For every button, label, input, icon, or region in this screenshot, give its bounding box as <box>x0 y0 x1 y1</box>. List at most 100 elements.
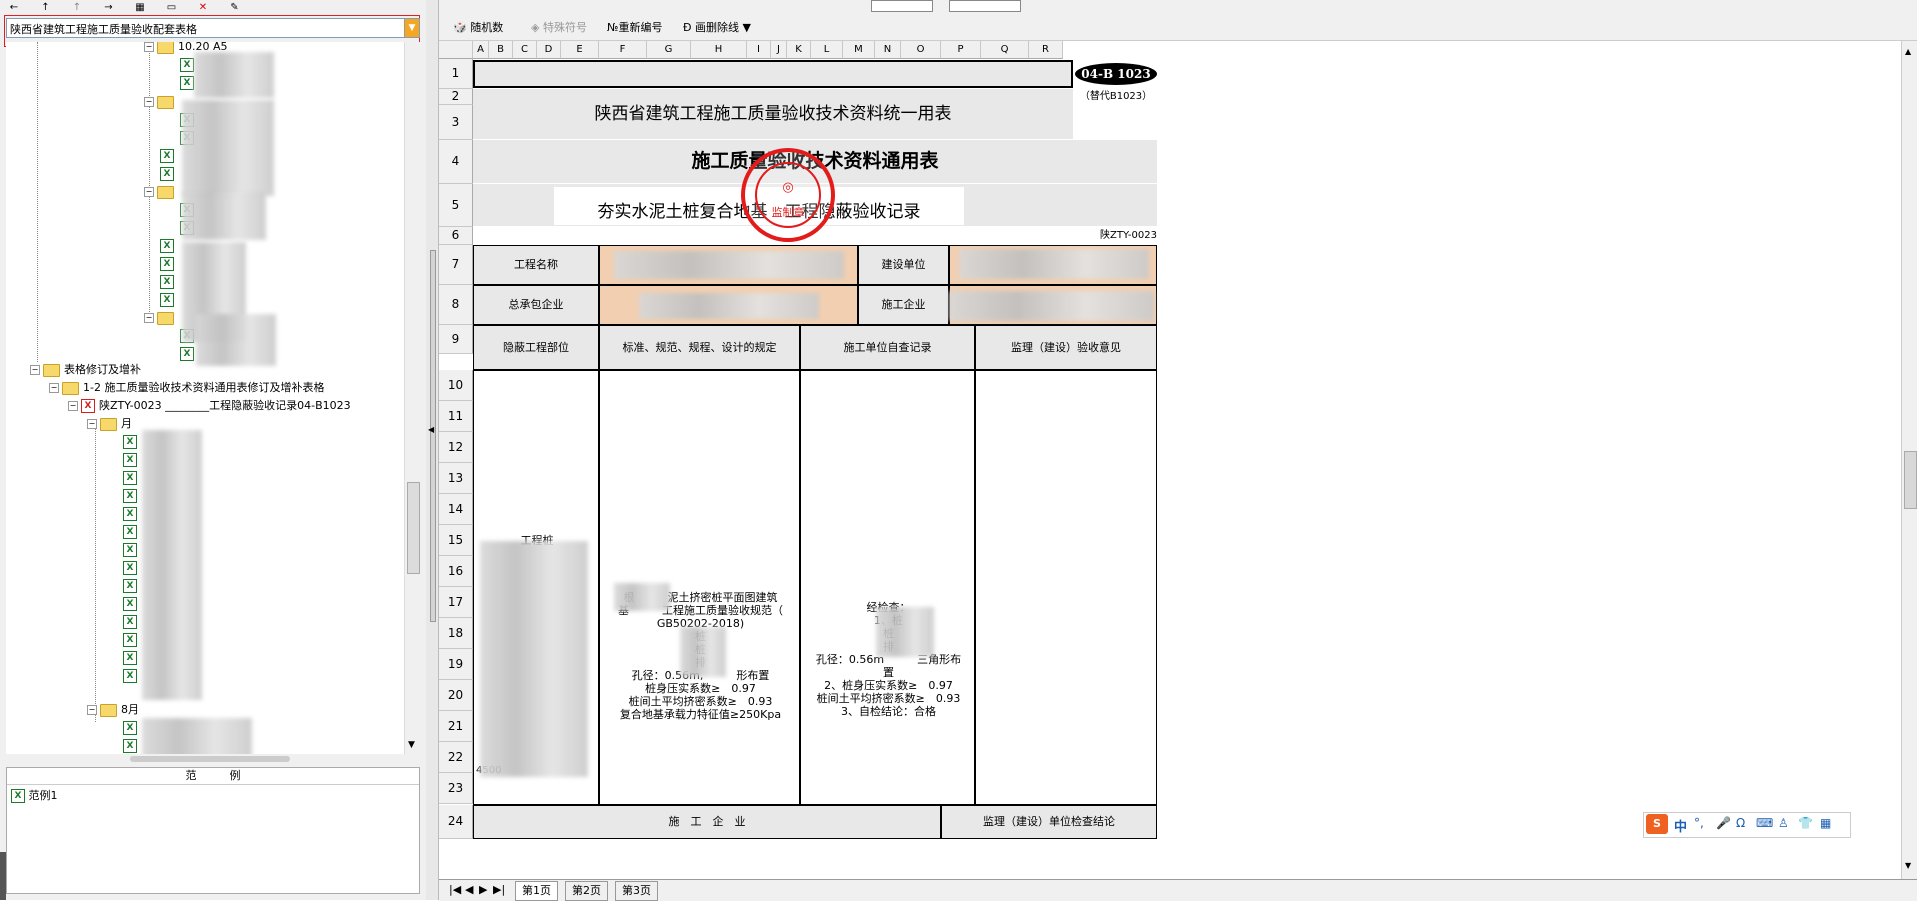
delete-icon[interactable]: ✕ <box>196 2 210 14</box>
special-symbol-button[interactable]: ◈ 特殊符号 <box>531 19 587 35</box>
row-header[interactable]: 17 <box>439 587 473 618</box>
tree-node-zty0023[interactable]: − X 陕ZTY-0023 ________工程隐蔽验收记录04-B1023 <box>68 398 351 414</box>
ime-lang-toggle[interactable]: 中 <box>1674 816 1687 835</box>
tree-node-folder[interactable]: − <box>144 184 178 200</box>
column-header[interactable]: R <box>1029 41 1063 59</box>
back-arrow-icon[interactable]: ← <box>7 2 21 14</box>
column-header[interactable]: P <box>941 41 981 59</box>
collapse-icon[interactable]: − <box>49 383 59 393</box>
column-header[interactable]: D <box>537 41 561 59</box>
column-header[interactable]: B <box>489 41 513 59</box>
column-header[interactable]: K <box>787 41 811 59</box>
move-up-icon[interactable]: ↑ <box>70 2 84 14</box>
row-header[interactable]: 15 <box>439 525 473 556</box>
column-header[interactable]: C <box>513 41 537 59</box>
tree-node-sheet[interactable]: X <box>123 452 137 468</box>
column-header[interactable]: E <box>561 41 599 59</box>
up-arrow-icon[interactable]: ↑ <box>39 2 53 14</box>
self-check-cell[interactable]: 经检查：1、桩 桩排 孔径：0.56m 三角形布置2、桩身压实系数≥ 0.97桩… <box>800 370 975 805</box>
row-header[interactable]: 18 <box>439 618 473 649</box>
toolbar-icons[interactable] <box>447 0 647 12</box>
font-size-select[interactable] <box>949 0 1021 12</box>
random-number-button[interactable]: 🎲 随机数 <box>453 19 503 35</box>
zoom-select[interactable] <box>871 0 933 12</box>
column-header[interactable]: N <box>875 41 901 59</box>
tree-node-sheet[interactable]: X <box>180 75 194 91</box>
tree-node-sheet[interactable]: X <box>123 542 137 558</box>
row-header[interactable]: 5 <box>439 184 473 227</box>
hidden-part-cell[interactable]: 工程桩 4500 <box>473 370 599 805</box>
scroll-thumb[interactable] <box>1904 451 1917 509</box>
collapse-icon[interactable]: − <box>144 187 154 197</box>
strikethrough-button[interactable]: Ð 画删除线 ▼ <box>683 19 751 35</box>
row-header[interactable]: 20 <box>439 680 473 711</box>
tree-node-revisions[interactable]: − 表格修订及增补 <box>30 362 141 378</box>
row-header[interactable]: 12 <box>439 432 473 463</box>
tree-node-sheet[interactable]: X <box>160 256 174 272</box>
collapse-icon[interactable]: − <box>30 365 40 375</box>
collapse-icon[interactable]: − <box>144 42 154 52</box>
tree-node-sheet[interactable]: X <box>123 668 137 684</box>
row-header[interactable]: 22 <box>439 742 473 773</box>
template-tree[interactable]: −10.20 A5 X X − X X X X − X X X X X X − … <box>6 42 404 754</box>
title-main[interactable]: 陕西省建筑工程施工质量验收技术资料统一用表 <box>473 99 1073 129</box>
tree-node-sheet[interactable]: X <box>180 346 194 362</box>
standard-cell[interactable]: 根 泥土挤密桩平面图建筑基 工程施工质量验收规范（GB50202-2018)桩桩… <box>599 370 800 805</box>
edit-icon[interactable]: ✎ <box>228 2 242 14</box>
column-header[interactable]: G <box>647 41 691 59</box>
tab-page2[interactable]: 第2页 <box>565 881 608 901</box>
tree-node-sheet[interactable]: X <box>123 434 137 450</box>
row-header[interactable]: 24 <box>439 805 473 839</box>
scroll-down-icon[interactable]: ▼ <box>408 740 415 750</box>
supervision-conclusion-footer[interactable]: 监理（建设）单位检查结论 <box>941 805 1157 839</box>
tree-node-month[interactable]: − 月 <box>87 416 132 432</box>
tree-node-sheet[interactable]: X <box>123 470 137 486</box>
collapse-icon[interactable]: − <box>87 419 97 429</box>
column-header[interactable]: Q <box>981 41 1029 59</box>
spreadsheet[interactable]: ABCDEFGHIJKLMNOPQR 1 2 3 4 5 6 7 8 9 10 11 12 13 14 15… <box>439 41 1901 879</box>
tree-node-sheet[interactable]: X <box>160 238 174 254</box>
sheet-vscrollbar[interactable]: ▲ ▼ <box>1901 41 1917 879</box>
tree-node-sheet[interactable]: X <box>160 148 174 164</box>
sogou-logo-icon[interactable]: S <box>1646 814 1668 834</box>
paste-icon[interactable]: ▭ <box>165 2 179 14</box>
row-header[interactable]: 13 <box>439 463 473 494</box>
tree-node-sheet[interactable]: X <box>160 166 174 182</box>
tree-node-folder[interactable]: − <box>144 94 178 110</box>
collapse-icon[interactable]: − <box>87 705 97 715</box>
row-header[interactable]: 16 <box>439 556 473 587</box>
grid-menu-icon[interactable]: ▦ <box>1820 816 1831 830</box>
scroll-thumb[interactable] <box>407 482 420 574</box>
panel-splitter[interactable]: ◀ <box>426 0 439 900</box>
last-sheet-icon[interactable]: ▶| <box>487 881 511 899</box>
column-header[interactable]: F <box>599 41 647 59</box>
renumber-button[interactable]: №重新编号 <box>607 19 662 35</box>
tree-node-revision-group[interactable]: − 1-2 施工质量验收技术资料通用表修订及增补表格 <box>49 380 324 396</box>
column-header[interactable]: O <box>901 41 941 59</box>
cell-row1[interactable] <box>473 60 1073 88</box>
chevron-down-icon[interactable]: ▼ <box>404 19 419 37</box>
tree-node-sheet[interactable]: X <box>160 292 174 308</box>
column-header[interactable]: A <box>473 41 489 59</box>
tree-node-sheet[interactable]: X <box>123 578 137 594</box>
scroll-up-icon[interactable]: ▲ <box>1905 47 1911 56</box>
row-header[interactable]: 2 <box>439 89 473 105</box>
tree-scrollbar[interactable]: ▼ <box>404 42 420 754</box>
row-header[interactable]: 3 <box>439 105 473 140</box>
scroll-down-icon[interactable]: ▼ <box>1905 861 1911 870</box>
tab-page1[interactable]: 第1页 <box>515 881 558 901</box>
forward-arrow-icon[interactable]: → <box>102 2 116 14</box>
column-header[interactable]: I <box>747 41 771 59</box>
tree-node-sheet[interactable]: X <box>123 506 137 522</box>
row-header[interactable]: 4 <box>439 140 473 184</box>
collapse-icon[interactable]: − <box>144 97 154 107</box>
tree-node-sheet[interactable]: X <box>123 738 137 754</box>
punctuation-icon[interactable]: °, <box>1694 816 1704 830</box>
tree-node-month-aug[interactable]: − 8月 <box>87 702 139 718</box>
keyboard-icon[interactable]: ⌨ <box>1756 816 1773 830</box>
column-header[interactable]: L <box>811 41 843 59</box>
ime-toolbar[interactable]: S 中 °, 🎤 Ω ⌨ ♙ 👕 ▦ <box>1643 812 1851 838</box>
tree-node-sheet[interactable]: X <box>123 614 137 630</box>
row-header[interactable]: 19 <box>439 649 473 680</box>
column-header[interactable]: H <box>691 41 747 59</box>
